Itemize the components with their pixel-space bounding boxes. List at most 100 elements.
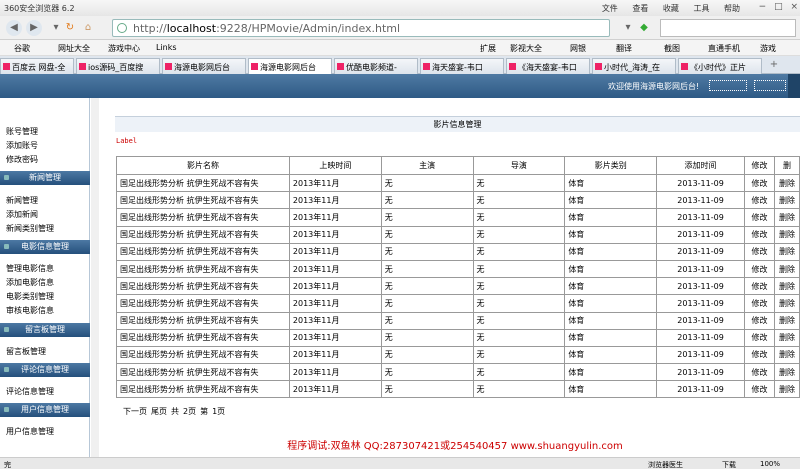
search-engine-icon[interactable]: ◆ [636,20,652,36]
sidebar-item-add-account[interactable]: 添加账号 [6,140,38,151]
header-link[interactable] [754,80,786,91]
delete-link[interactable]: 删除 [773,259,800,279]
table-row: 国足出线形势分析 抗伊生死战不容有失 2013年11月无无体育 2013-11-09… [116,277,800,296]
sidebar-item-manage-movie[interactable]: 管理电影信息 [6,263,54,274]
site-info-icon[interactable] [117,23,127,33]
browser-tabs: 百度云 网盘-全 ios源码_百度搜 海源电影网后台 海源电影网后台 优酷电影频… [0,56,800,74]
group-icon [4,407,9,412]
delete-link[interactable]: 删除 [773,380,800,399]
minimize-icon[interactable]: − [759,2,767,12]
delete-link[interactable]: 删除 [773,277,800,296]
edit-link[interactable]: 修改 [743,380,775,399]
browser-tab[interactable]: 百度云 网盘-全 [0,58,74,74]
release-date-cell: 2013年11月 [288,380,382,399]
close-icon[interactable]: × [790,2,798,12]
back-icon[interactable]: ◀ [6,20,22,36]
edit-link[interactable]: 修改 [743,311,775,330]
menu-tools[interactable]: 工具 [693,4,709,13]
new-tab-icon[interactable]: + [766,57,782,73]
browser-tab[interactable]: 《小时代》正片 [678,58,762,74]
browser-tab[interactable]: 海天盛宴-韦口 [420,58,504,74]
bookmark-item[interactable]: 游戏中心 [108,43,140,54]
bookmark-item[interactable]: 扩展 [480,43,496,54]
browser-tab-active[interactable]: 海源电影网后台 [248,58,332,74]
bookmark-item[interactable]: 截图 [664,43,680,54]
bookmark-item[interactable]: 直通手机 [708,43,740,54]
delete-link[interactable]: 删除 [773,173,800,193]
menu-file[interactable]: 文件 [602,4,618,13]
delete-link[interactable]: 删除 [773,328,800,347]
bookmark-item[interactable]: 网银 [570,43,586,54]
browser-doctor-button[interactable]: 浏览器医生 [648,460,683,469]
refresh-icon[interactable]: ↻ [62,20,78,36]
sidebar-item-add-movie[interactable]: 添加电影信息 [6,277,54,288]
browser-tab[interactable]: 《海天盛宴-韦口 [506,58,590,74]
menu-view[interactable]: 查看 [632,4,648,13]
sidebar-group-messageboard[interactable]: 留言板管理 [0,323,90,337]
column-header: 主演 [380,156,474,175]
menu-help[interactable]: 帮助 [724,4,740,13]
sidebar-item-review-movie[interactable]: 审核电影信息 [6,305,54,316]
delete-link[interactable]: 删除 [773,208,800,227]
bookmark-item[interactable]: 影视大全 [510,43,542,54]
sidebar-item-comment[interactable]: 评论信息管理 [6,386,54,397]
maximize-icon[interactable]: □ [774,2,783,12]
sidebar-scrollbar[interactable] [91,98,99,457]
download-button[interactable]: 下载 [722,460,736,469]
edit-link[interactable]: 修改 [743,191,775,210]
forward-icon[interactable]: ▶ [26,20,42,36]
header-tab-stub[interactable] [788,74,800,98]
edit-link[interactable]: 修改 [743,363,775,382]
menu-favorites[interactable]: 收藏 [663,4,679,13]
edit-link[interactable]: 修改 [743,208,775,227]
sidebar-item-movie-category[interactable]: 电影类别管理 [6,291,54,302]
bookmark-item[interactable]: 网址大全 [58,43,90,54]
edit-link[interactable]: 修改 [743,259,775,279]
edit-link[interactable]: 修改 [743,242,775,261]
last-page-link[interactable]: 尾页 [151,407,167,416]
sidebar-item-account-manage[interactable]: 账号管理 [6,126,38,137]
browser-tab[interactable]: 海源电影网后台 [162,58,246,74]
delete-link[interactable]: 删除 [773,191,800,210]
release-date-cell: 2013年11月 [288,328,382,347]
browser-tab[interactable]: 小时代_海涛_在 [592,58,676,74]
bookmark-item[interactable]: 游戏 [760,43,776,54]
sidebar-item-add-news[interactable]: 添加新闻 [6,209,38,220]
edit-link[interactable]: 修改 [743,225,775,244]
sidebar-group-user[interactable]: 用户信息管理 [0,403,90,417]
delete-link[interactable]: 删除 [773,311,800,330]
sidebar-group-movie[interactable]: 电影信息管理 [0,240,90,254]
address-dropdown-icon[interactable]: ▾ [620,20,636,36]
delete-link[interactable]: 删除 [773,225,800,244]
release-date-cell: 2013年11月 [288,225,382,244]
bookmark-item[interactable]: 翻译 [616,43,632,54]
header-link[interactable] [709,80,747,91]
sidebar-item-messageboard[interactable]: 留言板管理 [6,346,46,357]
next-page-link[interactable]: 下一页 [123,407,147,416]
sidebar-item-news[interactable]: 新闻管理 [6,195,38,206]
edit-link[interactable]: 修改 [743,277,775,296]
sidebar-group-comment[interactable]: 评论信息管理 [0,363,90,377]
sidebar-item-news-category[interactable]: 新闻类别管理 [6,223,54,234]
delete-link[interactable]: 删除 [773,345,800,365]
browser-tab[interactable]: ios源码_百度搜 [76,58,160,74]
search-input[interactable] [660,19,796,37]
home-icon[interactable]: ⌂ [80,20,96,36]
delete-link[interactable]: 删除 [773,242,800,261]
sidebar-group-news[interactable]: 新闻管理 [0,171,90,185]
sidebar-item-user[interactable]: 用户信息管理 [6,426,54,437]
edit-link[interactable]: 修改 [743,345,775,365]
browser-tab[interactable]: 优酷电影频道- [334,58,418,74]
edit-link[interactable]: 修改 [743,173,775,193]
delete-link[interactable]: 删除 [773,363,800,382]
column-header: 影片名称 [116,156,290,175]
address-bar[interactable]: http://localhost:9228/HPMovie/Admin/inde… [112,19,610,37]
bookmark-item[interactable]: Links [156,43,177,52]
zoom-level[interactable]: 100% [760,460,780,468]
edit-link[interactable]: 修改 [743,294,775,313]
sidebar-item-change-password[interactable]: 修改密码 [6,154,38,165]
bookmark-item[interactable]: 谷歌 [14,43,30,54]
movie-name-cell: 国足出线形势分析 抗伊生死战不容有失 [116,380,290,399]
delete-link[interactable]: 删除 [773,294,800,313]
edit-link[interactable]: 修改 [743,328,775,347]
